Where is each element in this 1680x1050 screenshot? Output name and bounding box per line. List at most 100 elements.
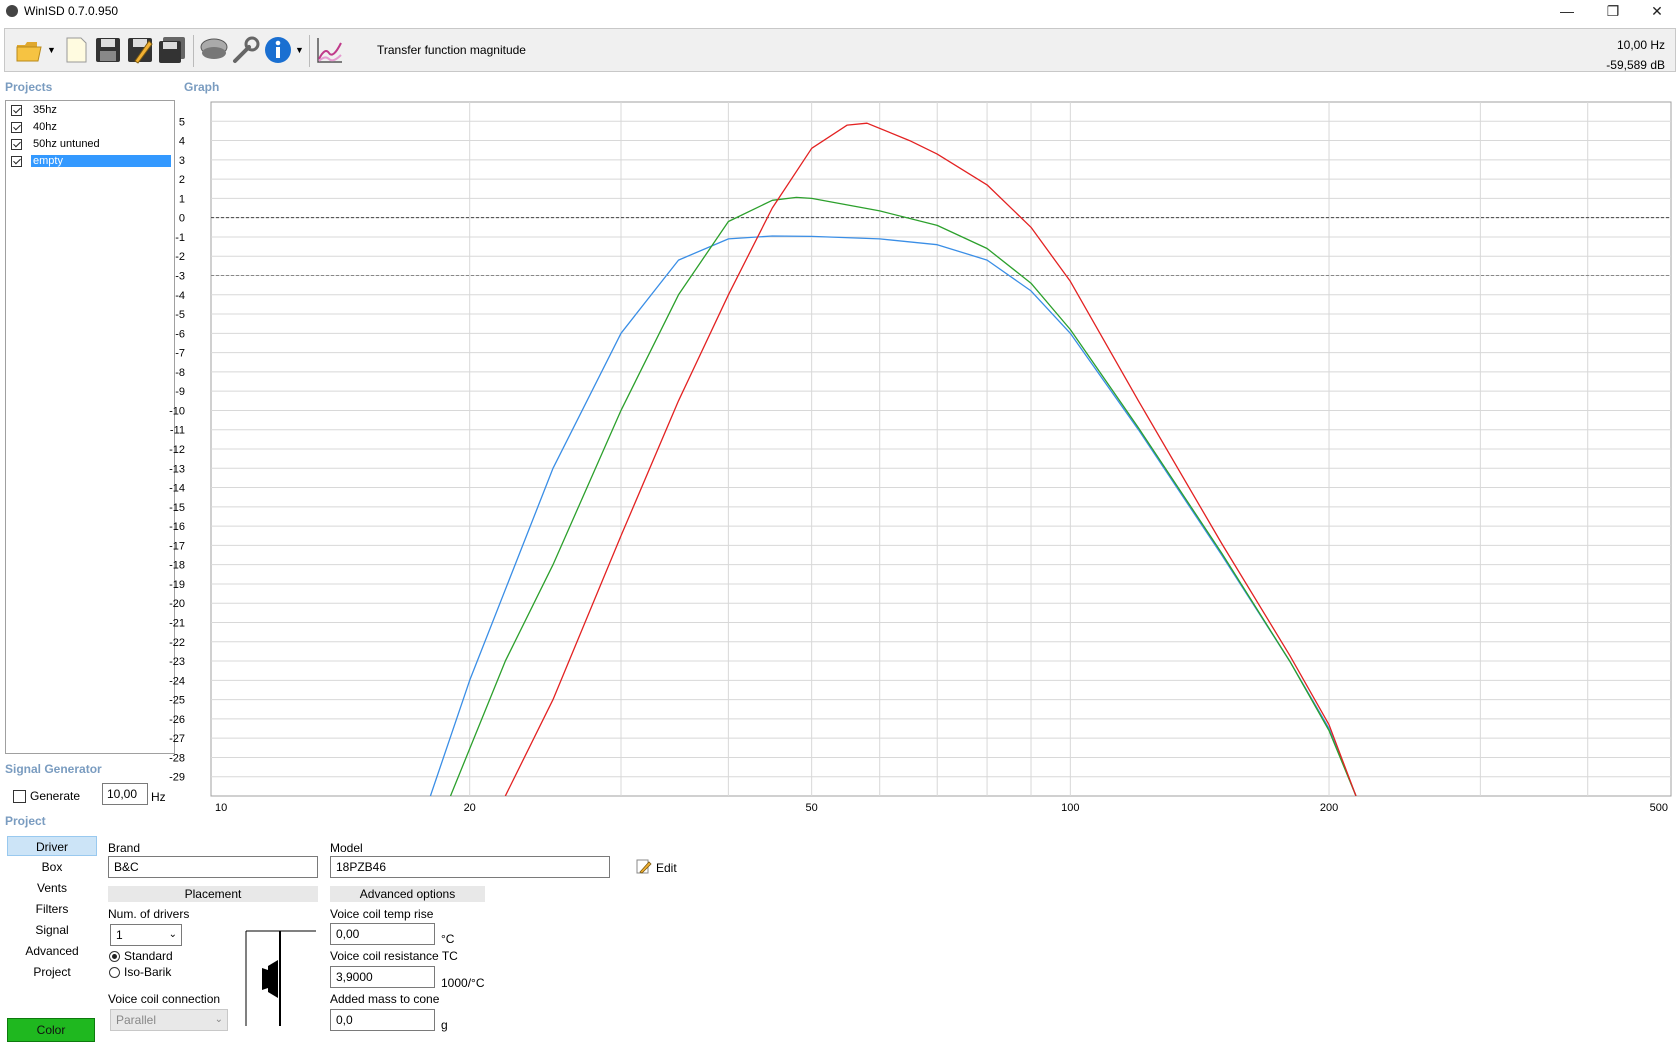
- settings-wrench-icon[interactable]: [231, 35, 261, 65]
- vc-temp-unit: °C: [441, 932, 455, 946]
- open-folder-icon[interactable]: [15, 35, 45, 65]
- project-item-selected[interactable]: empty: [9, 154, 171, 170]
- open-dropdown-arrow[interactable]: ▼: [47, 45, 56, 55]
- model-label: Model: [330, 841, 363, 855]
- project-label: 50hz untuned: [33, 138, 100, 150]
- close-button[interactable]: ✕: [1634, 0, 1680, 24]
- standard-radio[interactable]: [109, 951, 120, 962]
- y-tick-label: -10: [169, 405, 185, 417]
- vc-temp-label: Voice coil temp rise: [330, 907, 434, 921]
- project-checkbox[interactable]: [11, 105, 22, 116]
- nav-vents[interactable]: Vents: [7, 878, 97, 898]
- color-button[interactable]: Color: [7, 1018, 95, 1042]
- generate-label: Generate: [30, 789, 81, 803]
- vc-connection-label: Voice coil connection: [108, 992, 221, 1006]
- y-tick-label: -18: [169, 560, 185, 572]
- x-tick-label: 20: [464, 802, 476, 814]
- y-tick-label: -1: [175, 232, 185, 244]
- y-tick-label: -7: [175, 348, 185, 360]
- brand-input[interactable]: B&C: [108, 856, 318, 878]
- y-tick-label: -5: [175, 309, 185, 321]
- y-tick-label: -23: [169, 656, 185, 668]
- y-tick-label: -15: [169, 502, 185, 514]
- save-icon[interactable]: [93, 35, 123, 65]
- nav-advanced[interactable]: Advanced: [7, 941, 97, 961]
- y-tick-label: -28: [169, 752, 185, 764]
- chevron-down-icon: ⌄: [214, 1014, 223, 1025]
- vc-resistance-input[interactable]: 3,9000: [330, 966, 435, 988]
- project-label: 35hz: [33, 104, 57, 116]
- y-tick-label: -11: [170, 425, 185, 437]
- project-item[interactable]: 40hz: [9, 120, 171, 136]
- edit-pencil-icon[interactable]: [636, 859, 652, 875]
- standard-label: Standard: [124, 949, 173, 963]
- generate-checkbox[interactable]: [13, 790, 26, 803]
- y-tick-label: 4: [179, 136, 185, 148]
- restore-button[interactable]: ❐: [1590, 0, 1636, 24]
- y-tick-label: -2: [175, 251, 185, 263]
- edit-button[interactable]: Edit: [656, 861, 677, 875]
- vc-resistance-unit: 1000/°C: [441, 976, 485, 990]
- readout-db: -59,589 dB: [1606, 58, 1665, 72]
- signal-generator-section-label: Signal Generator: [5, 762, 102, 776]
- speaker-icon[interactable]: [199, 35, 229, 65]
- y-tick-label: -16: [169, 521, 185, 533]
- y-tick-label: -13: [169, 463, 185, 475]
- x-tick-label: 500: [1650, 802, 1668, 814]
- brand-label: Brand: [108, 841, 141, 855]
- frequency-response-graph[interactable]: 543210-1-2-3-4-5-6-7-8-9-10-11-12-13-14-…: [168, 96, 1678, 816]
- save-as-icon[interactable]: [125, 35, 155, 65]
- y-tick-label: -22: [169, 637, 185, 649]
- added-mass-input[interactable]: 0,0: [330, 1009, 435, 1031]
- save-all-icon[interactable]: [157, 35, 187, 65]
- isobarik-radio[interactable]: [109, 967, 120, 978]
- toolbar: ▼ ▼ Transfer function magnitude 10,00 Hz…: [4, 28, 1676, 72]
- vc-temp-input[interactable]: 0,00: [330, 923, 435, 945]
- cursor-readout: 10,00 Hz -59,589 dB: [1606, 35, 1665, 75]
- added-mass-label: Added mass to cone: [330, 992, 440, 1006]
- generator-frequency-input[interactable]: [102, 783, 148, 805]
- toolbar-separator: [193, 35, 194, 67]
- toolbar-separator: [309, 35, 310, 67]
- info-icon[interactable]: [263, 35, 293, 65]
- y-tick-label: -9: [175, 386, 185, 398]
- info-dropdown-arrow[interactable]: ▼: [295, 45, 304, 55]
- app-icon: [6, 5, 18, 17]
- minimize-button[interactable]: —: [1544, 0, 1590, 24]
- generator-unit: Hz: [151, 790, 166, 804]
- graph-type-label[interactable]: Transfer function magnitude: [377, 43, 526, 57]
- driver-placement-diagram: [245, 930, 316, 1026]
- y-tick-label: -12: [169, 444, 185, 456]
- x-tick-label: 200: [1320, 802, 1338, 814]
- y-tick-label: 3: [179, 155, 185, 167]
- new-document-icon[interactable]: [61, 35, 91, 65]
- nav-filters[interactable]: Filters: [7, 899, 97, 919]
- nav-driver[interactable]: Driver: [7, 836, 97, 856]
- project-item[interactable]: 50hz untuned: [9, 137, 171, 153]
- num-drivers-label: Num. of drivers: [108, 907, 190, 921]
- model-input[interactable]: 18PZB46: [330, 856, 610, 878]
- advanced-options-header: Advanced options: [330, 886, 485, 902]
- graph-section-label: Graph: [184, 80, 220, 94]
- y-tick-label: -29: [169, 772, 185, 784]
- project-item[interactable]: 35hz: [9, 103, 171, 119]
- y-tick-label: -6: [175, 328, 185, 340]
- y-tick-label: 2: [179, 174, 185, 186]
- title-bar: WinISD 0.7.0.950 — ❐ ✕: [0, 0, 1680, 24]
- y-tick-label: -26: [169, 714, 185, 726]
- vc-connection-select: Parallel ⌄: [110, 1009, 228, 1031]
- projects-list[interactable]: 35hz 40hz 50hz untuned empty: [5, 100, 175, 754]
- nav-signal[interactable]: Signal: [7, 920, 97, 940]
- nav-box[interactable]: Box: [7, 857, 97, 877]
- num-drivers-select[interactable]: 1 ⌄: [110, 924, 182, 946]
- nav-project[interactable]: Project: [7, 962, 97, 982]
- y-tick-label: -3: [175, 271, 185, 283]
- y-tick-label: -19: [169, 579, 185, 591]
- graph-icon[interactable]: [315, 35, 345, 65]
- project-checkbox[interactable]: [11, 139, 22, 150]
- project-checkbox[interactable]: [11, 122, 22, 133]
- y-tick-label: -17: [169, 540, 185, 552]
- y-tick-label: -25: [169, 695, 185, 707]
- placement-header: Placement: [108, 886, 318, 902]
- project-checkbox[interactable]: [11, 156, 22, 167]
